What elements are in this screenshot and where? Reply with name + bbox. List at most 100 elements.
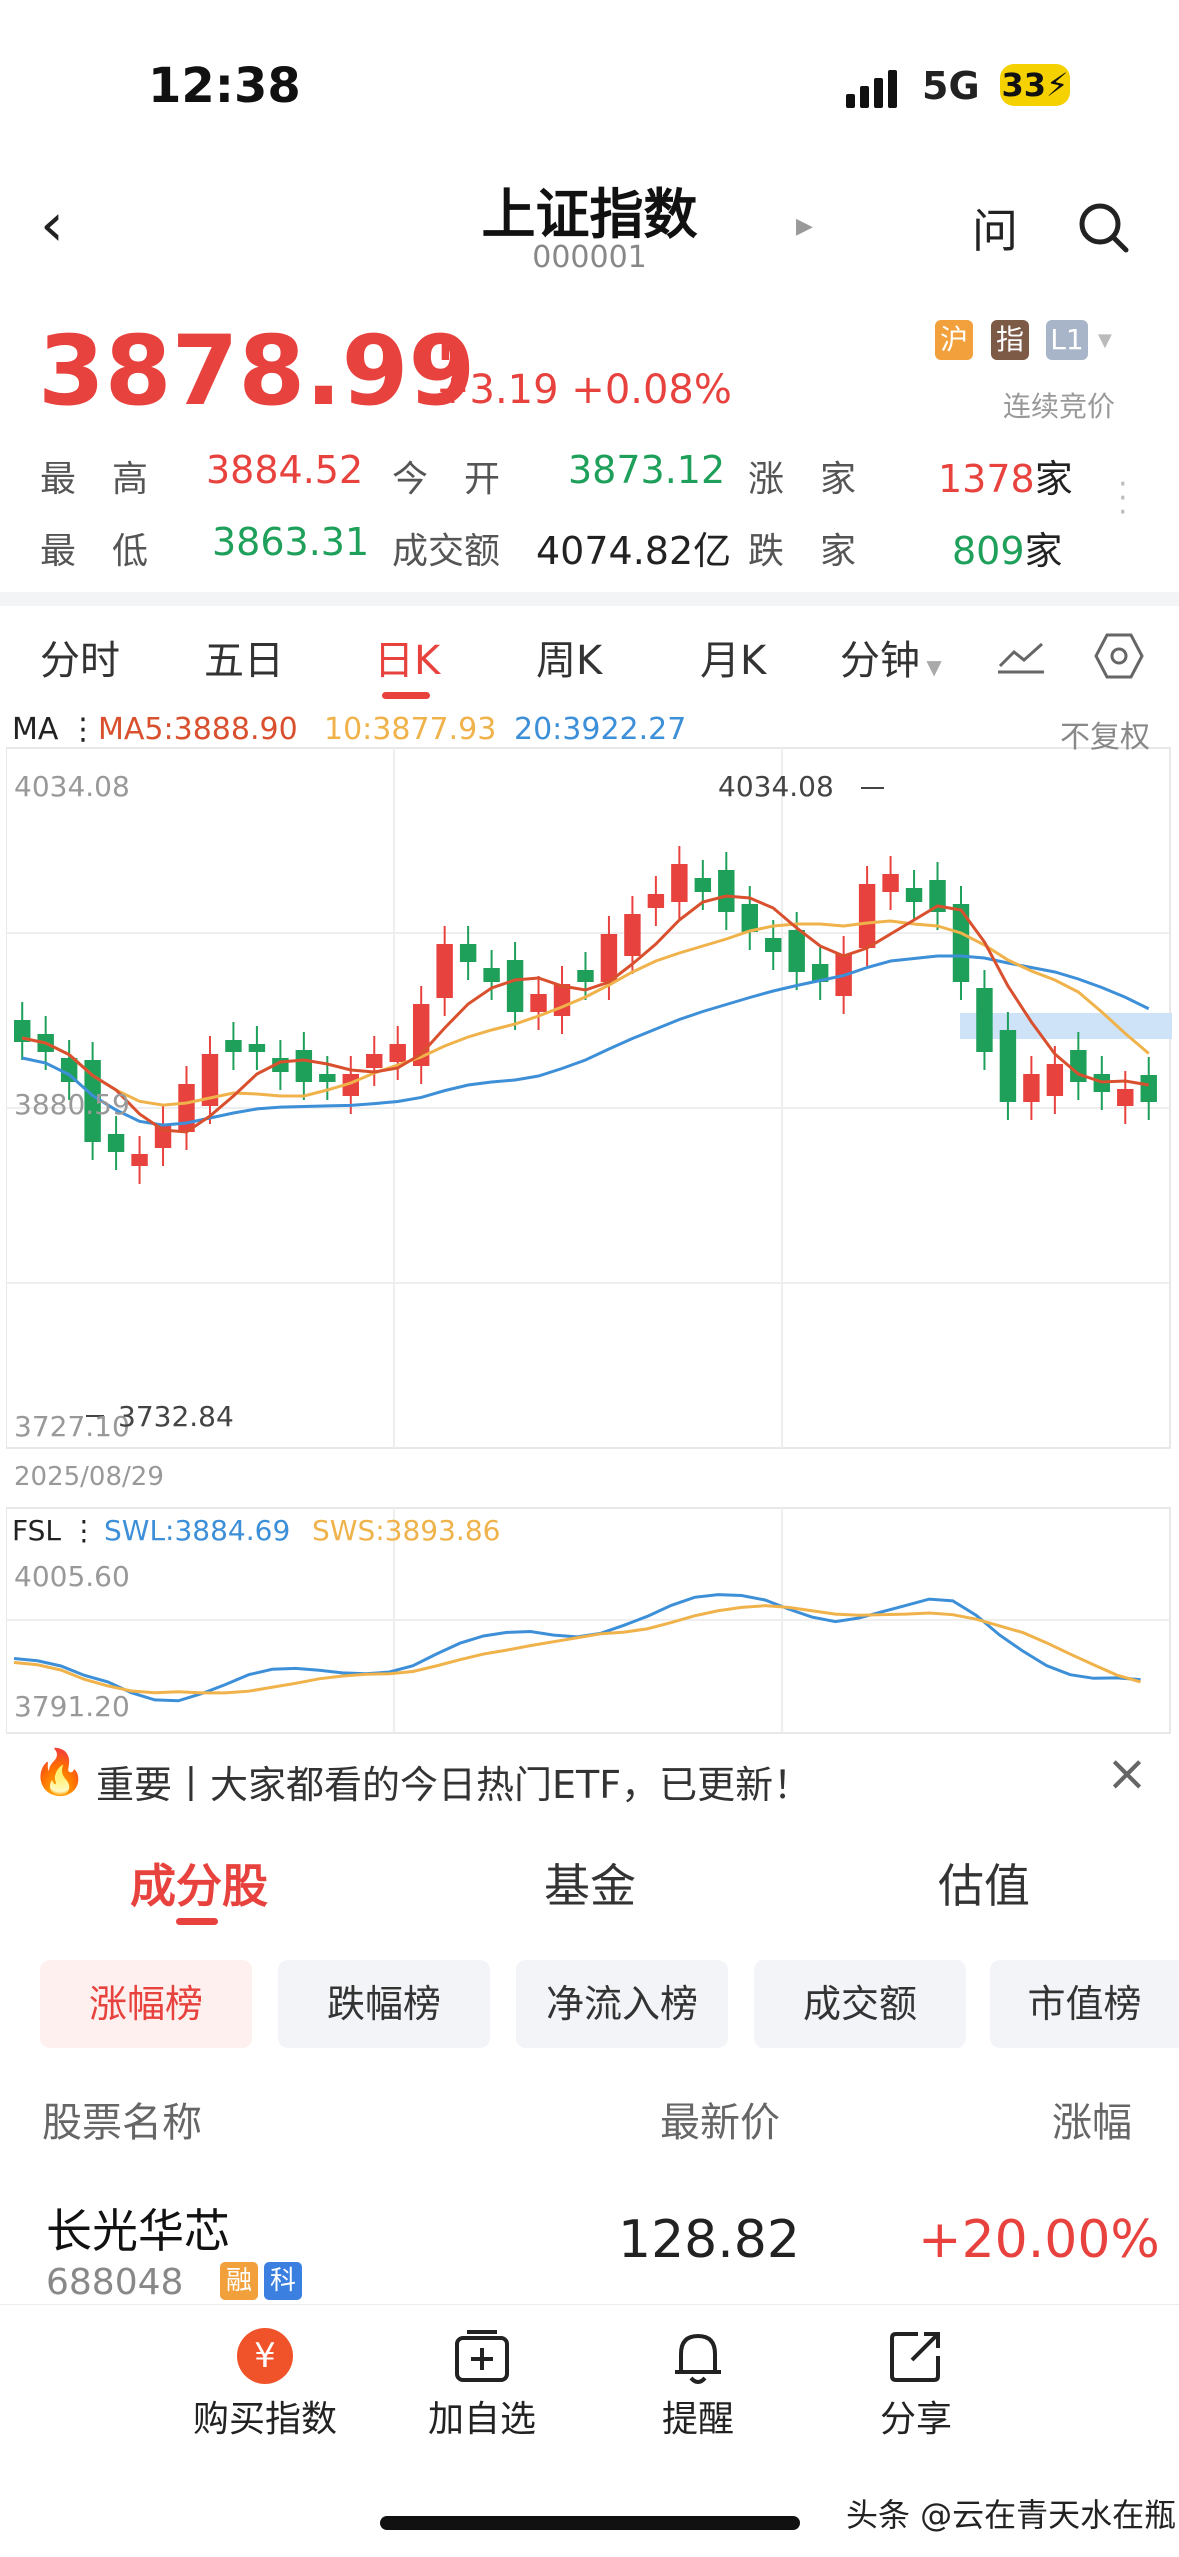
tab-minute-label: 分钟	[840, 638, 920, 684]
ma-title: MA	[12, 712, 59, 747]
candle	[741, 904, 758, 932]
adjust-button[interactable]: 不复权	[1060, 712, 1150, 756]
pill-turnover[interactable]: 成交额	[754, 1960, 966, 2048]
tab-daily-k[interactable]: 日K	[374, 628, 440, 686]
candle	[459, 944, 477, 962]
col-price[interactable]: 最新价	[660, 2090, 780, 2148]
fsl-axis-top: 4005.60	[14, 1560, 130, 1593]
candle	[882, 874, 899, 892]
tag-index: 指	[991, 320, 1029, 360]
volume-label: 成交额	[392, 531, 501, 572]
low-label: 最 低	[40, 531, 149, 572]
candle	[483, 968, 500, 982]
buy-index-button[interactable]: ¥ 购买指数	[180, 2328, 350, 2442]
status-bar: 12:38 5G 33⚡	[0, 0, 1179, 150]
candle	[366, 1054, 383, 1068]
swl-value: SWL:3884.69	[104, 1514, 291, 1547]
chevron-down-icon[interactable]: ▼	[1098, 330, 1112, 351]
up-count-label: 涨 家	[748, 459, 857, 500]
news-text: 重要丨大家都看的今日热门ETF，已更新！	[96, 1763, 812, 1807]
low-marker: 3732.84	[118, 1400, 234, 1433]
candle	[506, 960, 524, 1012]
close-icon[interactable]: ×	[1106, 1744, 1148, 1802]
candle	[624, 914, 641, 956]
ask-button[interactable]: 问	[972, 195, 1018, 261]
up-count: 1378家	[938, 448, 1073, 503]
candle	[436, 944, 453, 998]
tab-valuation[interactable]: 估值	[938, 1850, 1030, 1916]
alert-label: 提醒	[661, 2399, 734, 2440]
add-watchlist-button[interactable]: 加自选	[412, 2328, 552, 2442]
settings-hex-icon[interactable]	[1094, 632, 1144, 684]
tag-l1[interactable]: L1	[1046, 320, 1088, 360]
share-button[interactable]: 分享	[846, 2328, 986, 2442]
share-label: 分享	[879, 2399, 952, 2440]
watermark: 头条 @云在青天水在瓶	[846, 2496, 1177, 2534]
ma10-value: 10:3877.93	[324, 712, 497, 747]
candle	[694, 878, 712, 892]
home-indicator[interactable]	[380, 2516, 800, 2530]
fsl-label[interactable]: FSL ⋮	[12, 1514, 98, 1547]
up-count-value: 1378	[938, 457, 1035, 501]
candle	[976, 988, 993, 1052]
high-value: 3884.52	[206, 448, 364, 492]
y-axis-bottom: 3727.10	[14, 1410, 130, 1443]
tab-funds[interactable]: 基金	[544, 1850, 636, 1916]
margin-badge: 融	[220, 2262, 258, 2300]
fire-icon: 🔥	[32, 1747, 87, 1798]
tab-five-day[interactable]: 五日	[204, 628, 284, 686]
tab-intraday[interactable]: 分时	[40, 628, 120, 686]
signal-icon	[846, 70, 902, 108]
ma-label[interactable]: MA ⋮	[12, 712, 98, 747]
kline-chart[interactable]: MA ⋮ MA5:3888.90 10:3877.93 20:3922.27 不…	[5, 708, 1172, 1742]
next-index-icon[interactable]: ▶	[796, 214, 813, 239]
candle	[1117, 1089, 1134, 1106]
candle	[295, 1050, 313, 1082]
candle	[1140, 1075, 1157, 1102]
pill-market-cap[interactable]: 市值榜	[990, 1960, 1179, 2048]
pill-gainers[interactable]: 涨幅榜	[40, 1960, 252, 2048]
divider	[0, 592, 1179, 606]
candle	[647, 894, 665, 908]
candle	[671, 864, 688, 902]
pill-inflow[interactable]: 净流入榜	[516, 1960, 728, 2048]
bell-icon	[628, 2328, 768, 2390]
battery-icon: 33⚡	[1000, 64, 1070, 106]
low-value: 3863.31	[212, 520, 370, 564]
tab-monthly-k[interactable]: 月K	[700, 628, 766, 686]
sws-value: SWS:3893.86	[312, 1514, 501, 1547]
down-count-unit: 家	[1024, 529, 1063, 573]
fsl-title: FSL	[12, 1514, 61, 1547]
col-name[interactable]: 股票名称	[42, 2090, 202, 2148]
search-icon[interactable]	[1076, 200, 1132, 260]
volume-value: 4074.82亿	[536, 529, 732, 573]
col-change[interactable]: 涨幅	[1052, 2090, 1132, 2148]
news-banner[interactable]: 🔥 重要丨大家都看的今日热门ETF，已更新！ ×	[0, 1740, 1179, 1820]
open-label: 今 开	[392, 459, 501, 500]
pill-losers[interactable]: 跌幅榜	[278, 1960, 490, 2048]
down-count: 809家	[952, 520, 1063, 575]
index-price: 3878.99	[38, 315, 476, 427]
tab-weekly-k[interactable]: 周K	[536, 628, 602, 686]
down-count-label: 跌 家	[748, 531, 857, 572]
ma5-value: MA5:3888.90	[98, 712, 298, 747]
tab-minute[interactable]: 分钟 ▼	[840, 628, 942, 686]
add-watchlist-label: 加自选	[427, 2399, 536, 2440]
alert-button[interactable]: 提醒	[628, 2328, 768, 2442]
swl-line	[13, 1593, 1141, 1703]
stock-name: 长光华芯	[46, 2204, 230, 2258]
candle	[248, 1044, 266, 1052]
tab-constituents[interactable]: 成分股	[130, 1850, 268, 1916]
stock-price: 128.82	[618, 2210, 800, 2270]
ma20-value: 20:3922.27	[514, 712, 687, 747]
candle	[1046, 1064, 1064, 1096]
candle	[1023, 1074, 1040, 1102]
candle	[858, 884, 876, 948]
share-icon	[846, 2328, 986, 2390]
candle	[319, 1074, 336, 1082]
more-icon[interactable]: · · ·	[1118, 470, 1128, 528]
candle	[600, 934, 618, 982]
draw-line-icon[interactable]	[996, 636, 1046, 680]
stock-code: 688048	[46, 2262, 184, 2303]
candle	[530, 994, 547, 1012]
